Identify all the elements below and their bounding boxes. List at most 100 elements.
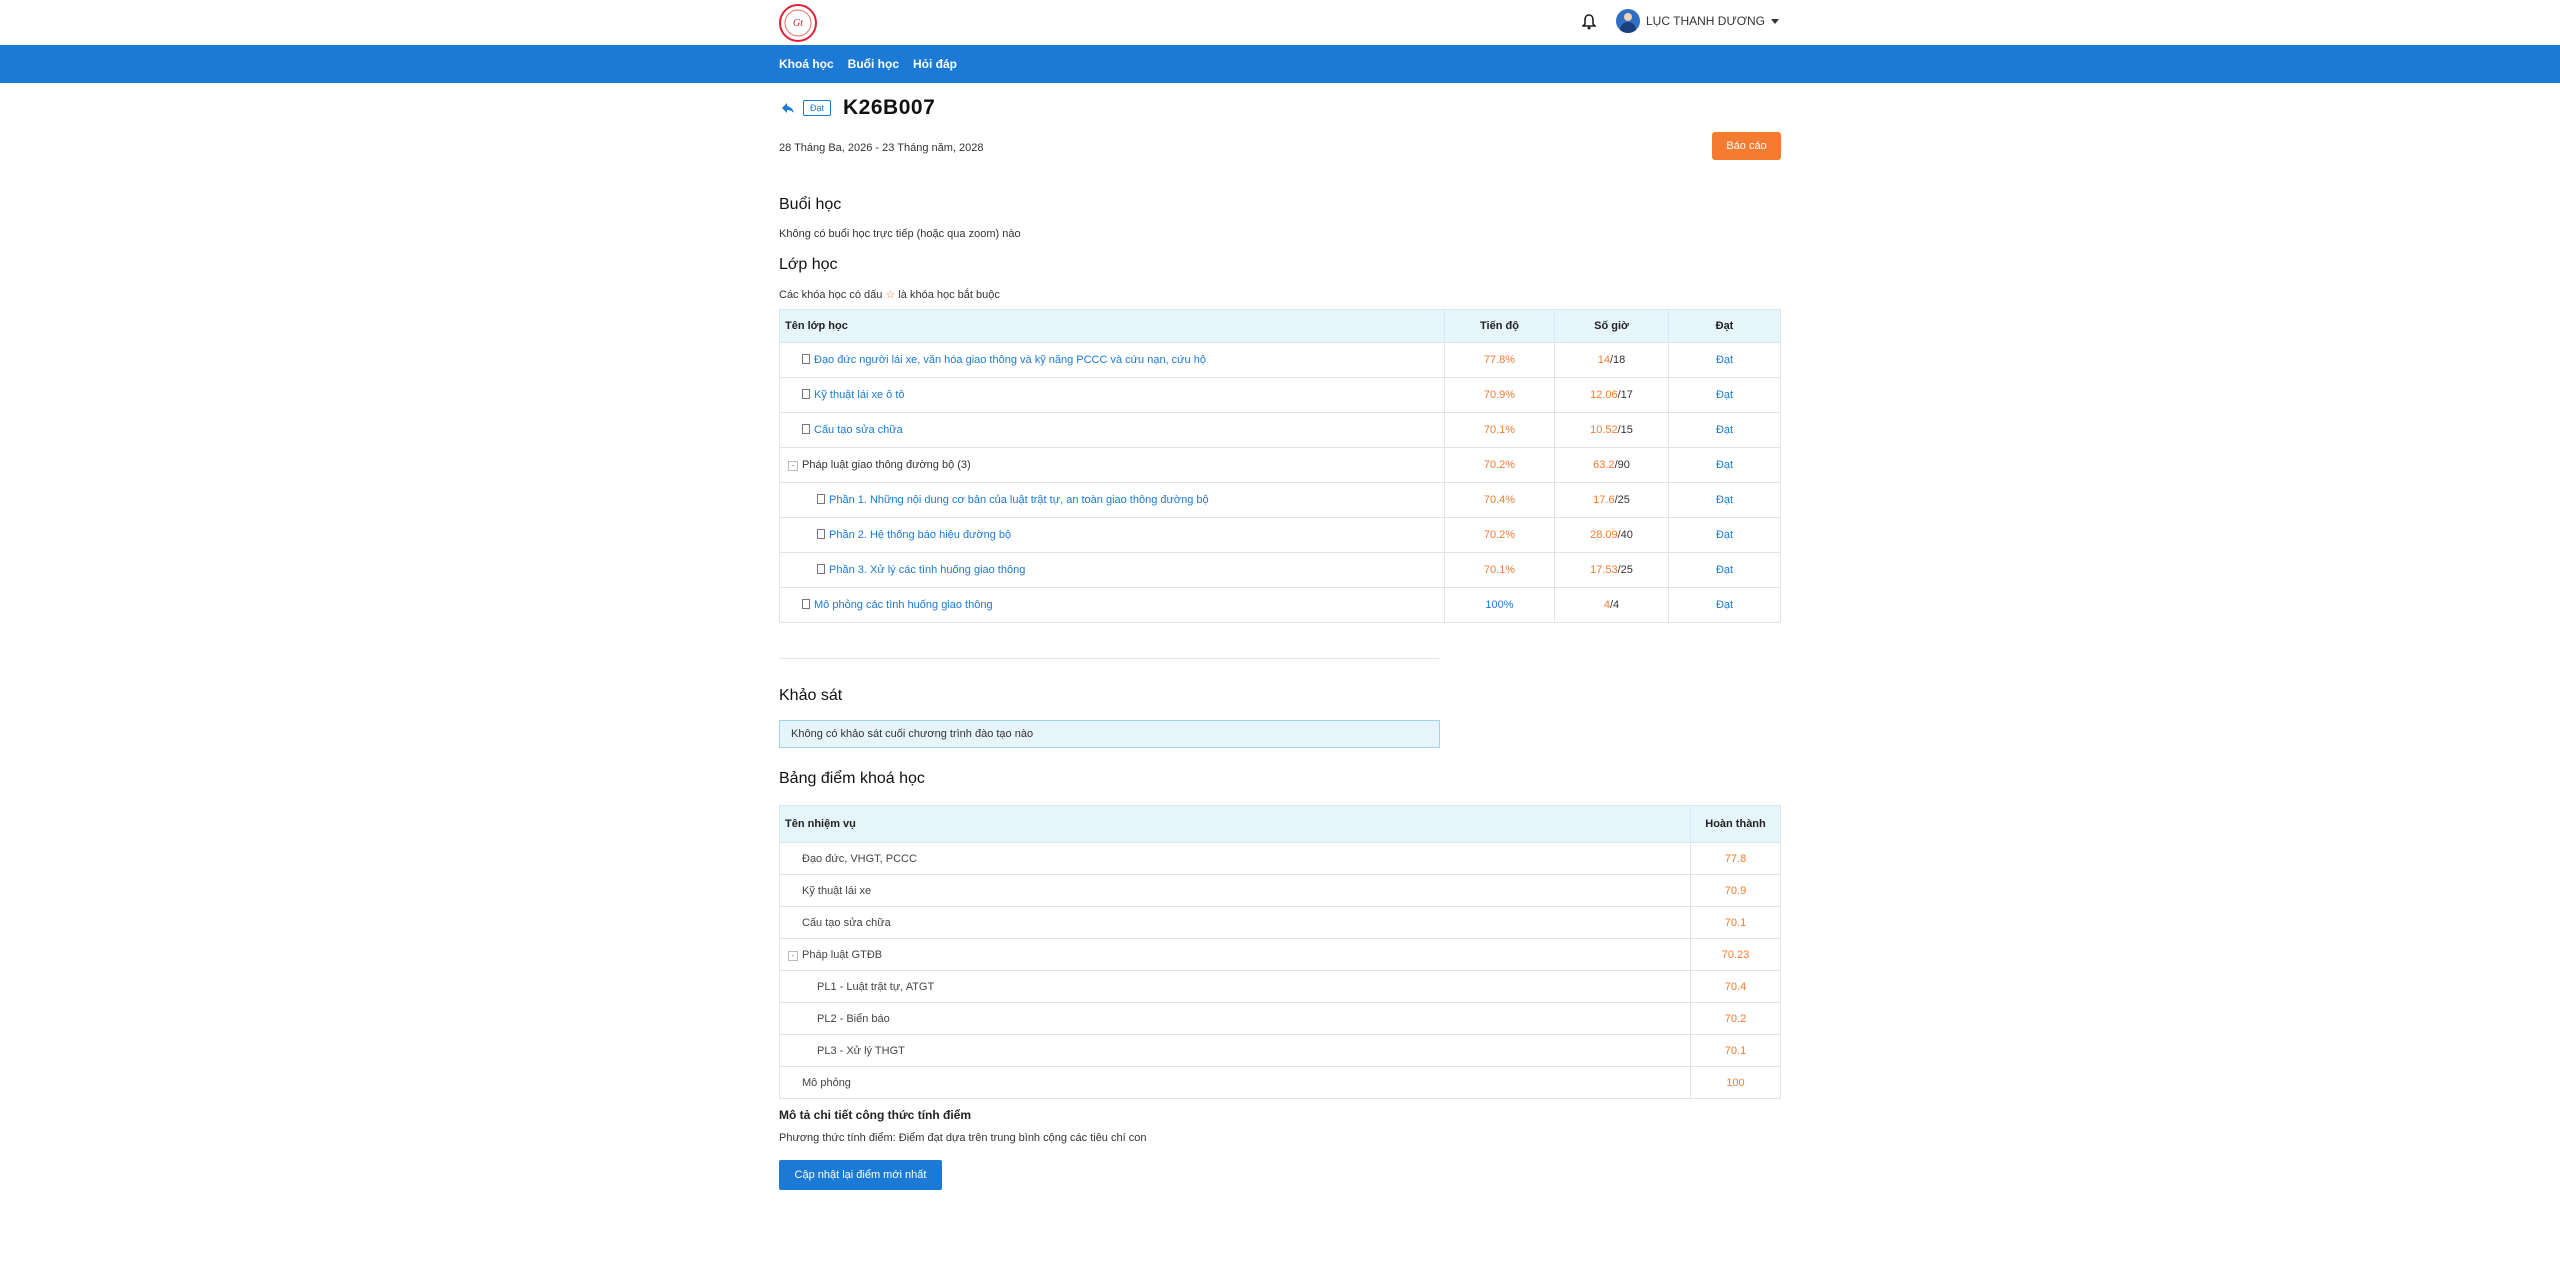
survey-heading: Khảo sát (779, 687, 843, 704)
status-link[interactable]: Đạt (1668, 552, 1781, 588)
class-link[interactable]: Phần 2. Hệ thống báo hiệu đường bộ (829, 529, 1011, 541)
required-note: Các khóa học có dấu ☆ là khóa học bắt bu… (779, 288, 1000, 301)
status-badge: Đạt (803, 100, 832, 116)
col-class-name: Tên lớp học (779, 309, 1445, 343)
task-name: PL1 - Luật trật tự, ATGT (779, 970, 1691, 1003)
score-value: 70.2 (1690, 1002, 1781, 1035)
hours-value: 17.53/25 (1554, 552, 1669, 588)
document-icon (802, 424, 810, 434)
document-icon (802, 599, 810, 609)
formula-text: Phương thức tính điểm: Điểm đạt dựa trên… (779, 1132, 1147, 1144)
score-value: 70.4 (1690, 970, 1781, 1003)
score-value: 100 (1690, 1066, 1781, 1099)
document-icon (817, 494, 825, 504)
progress-value: 70.2% (1444, 447, 1555, 483)
col-completion: Hoàn thành (1690, 805, 1781, 843)
classes-heading: Lớp học (779, 256, 838, 273)
bell-icon[interactable] (1582, 14, 1596, 30)
col-hours: Số giờ (1554, 309, 1669, 343)
sessions-empty-note: Không có buổi học trực tiếp (hoặc qua zo… (779, 228, 1021, 240)
table-row: PL3 - Xử lý THGT 70.1 (779, 1034, 1781, 1067)
nav-courses[interactable]: Khoá học (779, 57, 834, 71)
progress-value: 70.1% (1444, 552, 1555, 588)
progress-value: 70.4% (1444, 482, 1555, 518)
chevron-down-icon (1771, 18, 1779, 24)
star-icon: ☆ (885, 289, 896, 301)
report-button[interactable]: Báo cáo (1712, 132, 1781, 160)
task-name: Đạo đức, VHGT, PCCC (779, 842, 1691, 875)
task-name: PL3 - Xử lý THGT (779, 1034, 1691, 1067)
hours-value: 17.6/25 (1554, 482, 1669, 518)
status-link[interactable]: Đạt (1668, 377, 1781, 413)
top-header: Gt LỤC THANH DƯƠNG (0, 0, 2560, 45)
svg-text:Gt: Gt (793, 18, 803, 29)
date-range: 28 Tháng Ba, 2026 - 23 Tháng năm, 2028 (779, 142, 984, 154)
status-link[interactable]: Đạt (1668, 342, 1781, 378)
document-icon (817, 529, 825, 539)
classes-table: Tên lớp học Tiến độ Số giờ Đạt Đạo đức n… (779, 309, 1781, 623)
hours-value: 12.06/17 (1554, 377, 1669, 413)
document-icon (802, 354, 810, 364)
collapse-toggle[interactable]: - (788, 461, 798, 471)
class-link[interactable]: Đạo đức người lái xe, văn hóa giao thông… (814, 354, 1206, 366)
status-link[interactable]: Đạt (1668, 482, 1781, 518)
table-row: Đạo đức người lái xe, văn hóa giao thông… (779, 342, 1781, 378)
update-scores-button[interactable]: Cập nhật lại điểm mới nhất (779, 1160, 942, 1190)
score-value: 70.23 (1690, 938, 1781, 971)
class-link[interactable]: Mô phỏng các tình huống giao thông (814, 599, 993, 611)
progress-value: 77.8% (1444, 342, 1555, 378)
table-row-group: - Pháp luật giao thông đường bộ (3) 70.2%… (779, 447, 1781, 483)
group-name: Pháp luật giao thông đường bộ (802, 459, 955, 471)
formula-title: Mô tả chi tiết công thức tính điểm (779, 1108, 972, 1122)
class-link[interactable]: Phần 3. Xử lý các tình huống giao thông (829, 564, 1025, 576)
class-link[interactable]: Phần 1. Những nội dung cơ bản của luật t… (829, 494, 1209, 506)
progress-value: 70.1% (1444, 412, 1555, 448)
status-link[interactable]: Đạt (1668, 517, 1781, 553)
table-row: Cấu tạo sửa chữa 70.1 (779, 906, 1781, 939)
status-link[interactable]: Đạt (1668, 412, 1781, 448)
hours-value: 10.52/15 (1554, 412, 1669, 448)
progress-value: 70.9% (1444, 377, 1555, 413)
document-icon (817, 564, 825, 574)
score-value: 77.8 (1690, 842, 1781, 875)
nav-qa[interactable]: Hỏi đáp (913, 57, 957, 71)
status-link[interactable]: Đạt (1668, 447, 1781, 483)
table-row: Cấu tạo sửa chữa 70.1% 10.52/15 Đạt (779, 412, 1781, 448)
status-link[interactable]: Đạt (1668, 587, 1781, 623)
table-row: Đạo đức, VHGT, PCCC 77.8 (779, 842, 1781, 875)
col-status: Đạt (1668, 309, 1781, 343)
table-row: Mô phỏng các tình huống giao thông 100% … (779, 587, 1781, 623)
hours-value: 28.09/40 (1554, 517, 1669, 553)
task-name: Kỹ thuật lái xe (779, 874, 1691, 907)
user-name: LỤC THANH DƯƠNG (1646, 14, 1765, 28)
table-row: PL2 - Biển báo 70.2 (779, 1002, 1781, 1035)
table-row: Kỹ thuật lái xe ô tô 70.9% 12.06/17 Đạt (779, 377, 1781, 413)
table-row: Mô phỏng 100 (779, 1066, 1781, 1099)
col-task-name: Tên nhiệm vụ (779, 805, 1691, 843)
table-row: Kỹ thuật lái xe 70.9 (779, 874, 1781, 907)
score-value: 70.9 (1690, 874, 1781, 907)
table-row-group: - Pháp luật GTĐB 70.23 (779, 938, 1781, 971)
table-row: PL1 - Luật trật tự, ATGT 70.4 (779, 970, 1781, 1003)
hours-value: 14/18 (1554, 342, 1669, 378)
task-name: Pháp luật GTĐB (802, 948, 883, 961)
grades-table: Tên nhiệm vụ Hoàn thành Đạo đức, VHGT, P… (779, 805, 1781, 1099)
avatar (1616, 9, 1640, 33)
score-value: 70.1 (1690, 1034, 1781, 1067)
user-menu[interactable]: LỤC THANH DƯƠNG (1616, 9, 1779, 33)
task-name: Mô phỏng (779, 1066, 1691, 1099)
progress-value: 70.2% (1444, 517, 1555, 553)
col-progress: Tiến độ (1444, 309, 1555, 343)
survey-empty-alert: Không có khảo sát cuối chương trình đào … (779, 720, 1440, 748)
class-link[interactable]: Kỹ thuật lái xe ô tô (814, 389, 905, 401)
collapse-toggle[interactable]: - (788, 950, 798, 961)
table-row: Phần 1. Những nội dung cơ bản của luật t… (779, 482, 1781, 518)
back-arrow-icon[interactable] (779, 99, 797, 117)
main-nav: Khoá học Buổi học Hỏi đáp (0, 45, 2560, 83)
nav-sessions[interactable]: Buổi học (848, 57, 899, 71)
logo-icon[interactable]: Gt (778, 3, 818, 43)
task-name: Cấu tạo sửa chữa (779, 906, 1691, 939)
sessions-heading: Buổi học (779, 196, 842, 213)
hours-value: 4/4 (1554, 587, 1669, 623)
class-link[interactable]: Cấu tạo sửa chữa (814, 424, 903, 436)
